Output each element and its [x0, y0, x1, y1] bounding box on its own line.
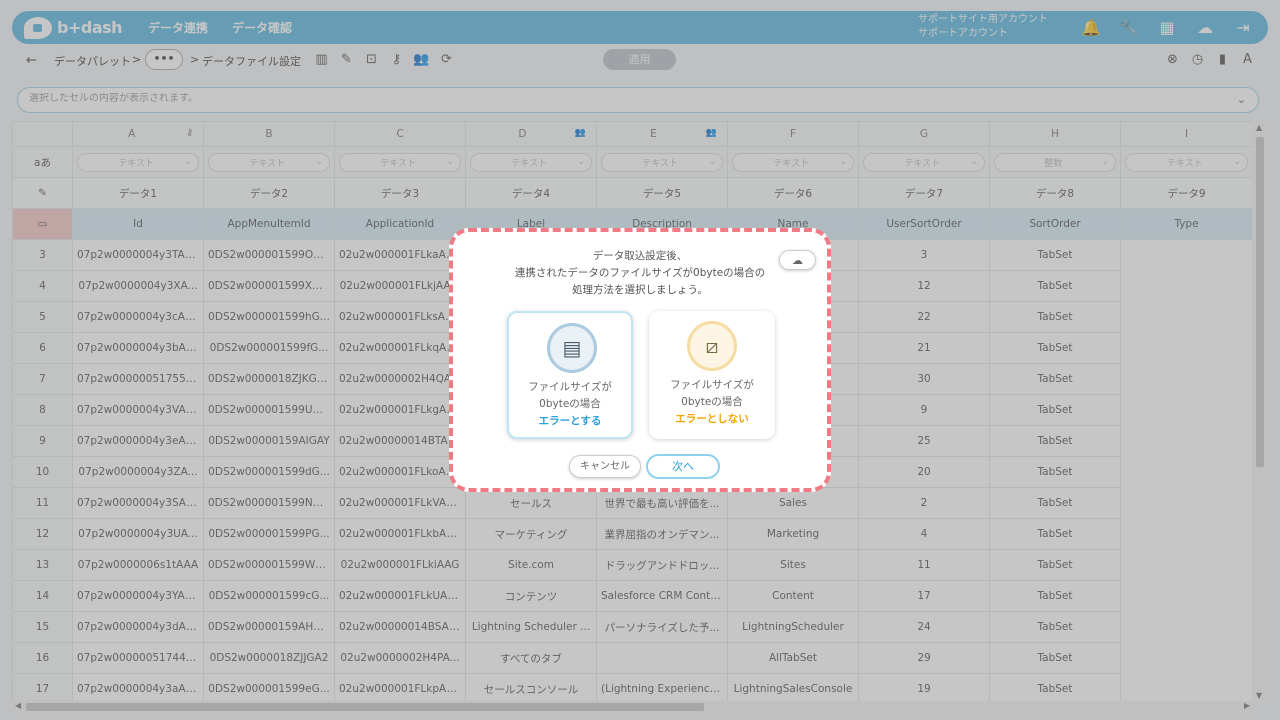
- option-do-not-treat-as-error[interactable]: ⧄ ファイルサイズが 0byteの場合 エラーとしない: [649, 311, 775, 439]
- dialog-message-line3: 処理方法を選択しましょう。: [572, 284, 708, 296]
- option1-line2: 0byteの場合: [539, 398, 601, 410]
- zero-file-error-icon: ▤: [547, 323, 597, 373]
- option2-line2: 0byteの場合: [681, 396, 743, 408]
- help-button[interactable]: ☁: [779, 250, 816, 270]
- cancel-button[interactable]: キャンセル: [569, 455, 641, 478]
- option2-line3: エラーとしない: [675, 413, 749, 425]
- zero-file-no-error-icon: ⧄: [687, 321, 737, 371]
- dialog-message: データ取込設定後、 連携されたデータのファイルサイズが0byteの場合の 処理方…: [457, 248, 823, 299]
- dialog-message-line1: データ取込設定後、: [592, 250, 688, 262]
- option-treat-as-error[interactable]: ▤ ファイルサイズが 0byteの場合 エラーとする: [507, 311, 633, 439]
- dialog-message-line2: 連携されたデータのファイルサイズが0byteの場合の: [514, 267, 766, 279]
- option1-line1: ファイルサイズが: [528, 381, 612, 393]
- zero-byte-dialog: データ取込設定後、 連携されたデータのファイルサイズが0byteの場合の 処理方…: [449, 228, 831, 492]
- option1-line3: エラーとする: [538, 415, 602, 427]
- help-chat-icon: ☁: [792, 253, 803, 267]
- app-window: b+dash データ連携 データ確認 サポートサイト用アカウント サポートアカウ…: [0, 0, 1280, 720]
- next-button[interactable]: 次へ: [646, 454, 720, 479]
- option2-line1: ファイルサイズが: [670, 379, 754, 391]
